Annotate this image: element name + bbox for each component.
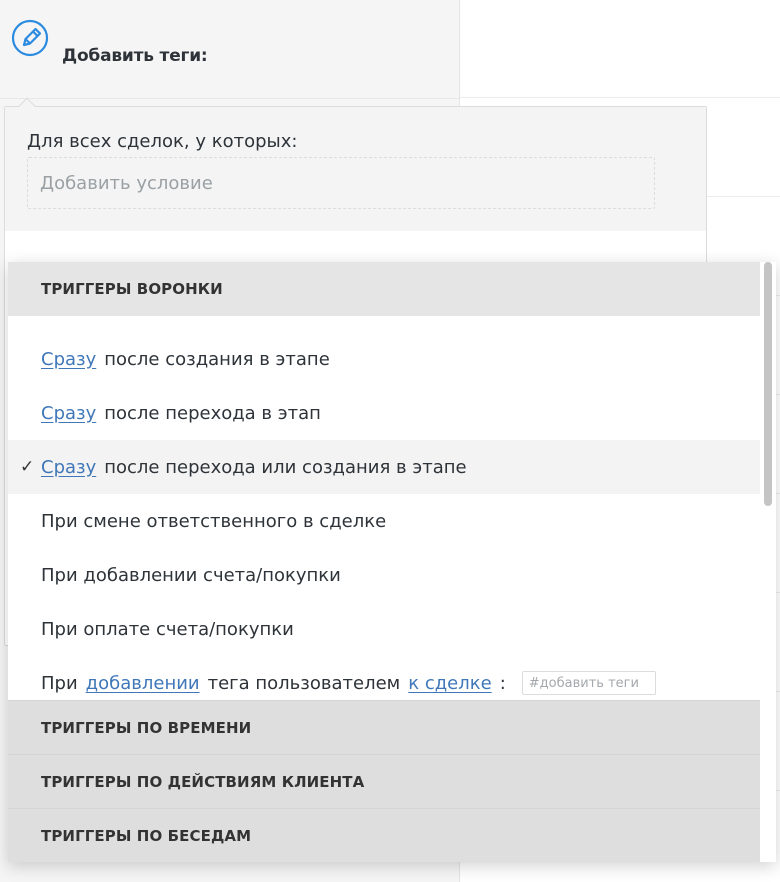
option-text: после создания в этапе [104,348,330,370]
condition-section: Для всех сделок, у которых: [5,107,706,231]
trigger-dropdown[interactable]: ТРИГГЕРЫ ВОРОНКИ Сразу после создания в э… [8,262,776,862]
option-text: При оплате счета/покупки [41,618,294,640]
option-text: При [41,672,78,694]
condition-label: Для всех сделок, у которых: [27,131,298,152]
tag-action-link[interactable]: добавлении [86,673,200,694]
section-funnel-triggers[interactable]: ТРИГГЕРЫ ВОРОНКИ [8,262,768,316]
page-title: Добавить теги: [62,46,208,66]
option-immediately-after-transition-or-creation[interactable]: ✓ Сразу после перехода или создания в эта… [8,440,768,494]
scrollbar-thumb[interactable] [764,262,772,506]
add-tags-input[interactable] [521,671,656,695]
option-immediately-after-transition[interactable]: Сразу после перехода в этап [8,386,768,440]
option-invoice-added[interactable]: При добавлении счета/покупки [8,548,768,602]
divider [460,97,780,98]
section-conversation-triggers[interactable]: ТРИГГЕРЫ ПО БЕСЕДАМ [8,808,768,862]
option-invoice-paid[interactable]: При оплате счета/покупки [8,602,768,656]
option-text: после перехода или создания в этапе [104,456,467,478]
checkmark-icon: ✓ [20,457,35,477]
option-timing-link[interactable]: Сразу [41,349,96,370]
option-text: При добавлении счета/покупки [41,564,341,586]
scrollbar-track[interactable] [760,262,776,862]
section-time-triggers[interactable]: ТРИГГЕРЫ ПО ВРЕМЕНИ [8,700,768,754]
section-client-action-triggers[interactable]: ТРИГГЕРЫ ПО ДЕЙСТВИЯМ КЛИЕНТА [8,754,768,808]
option-timing-link[interactable]: Сразу [41,403,96,424]
option-text: При смене ответственного в сделке [41,510,387,532]
action-header: Добавить теги: [0,0,460,100]
option-text: после перехода в этап [104,402,321,424]
option-responsible-change[interactable]: При смене ответственного в сделке [8,494,768,548]
pencil-edit-icon[interactable] [10,18,50,58]
option-immediately-after-creation[interactable]: Сразу после создания в этапе [8,332,768,386]
option-timing-link[interactable]: Сразу [41,457,96,478]
option-text: тега пользователем [207,672,401,694]
tag-target-link[interactable]: к сделке [408,673,491,694]
add-condition-input[interactable] [27,157,655,209]
option-text: : [499,672,506,694]
